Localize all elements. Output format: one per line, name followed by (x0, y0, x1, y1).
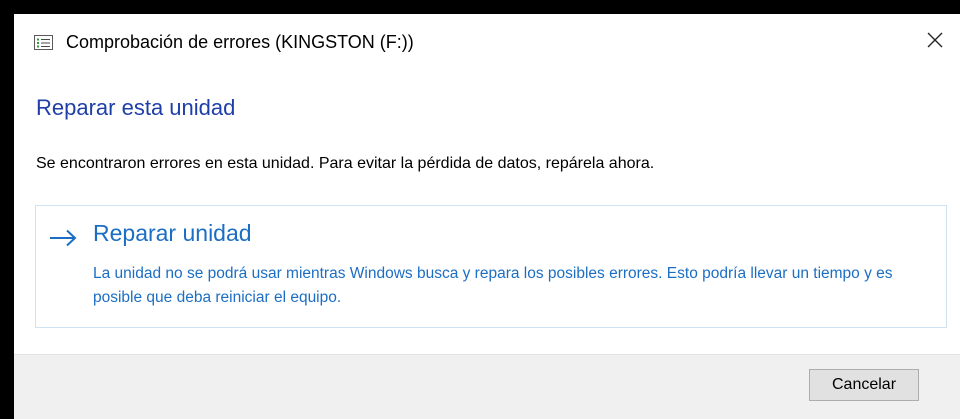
window-title: Comprobación de errores (KINGSTON (F:)) (66, 32, 414, 52)
repair-drive-title: Reparar unidad (93, 220, 252, 246)
close-button[interactable] (918, 26, 952, 58)
error-check-dialog: Comprobación de errores (KINGSTON (F:)) … (14, 14, 960, 419)
checklist-icon (34, 35, 53, 50)
arrow-right-icon (48, 228, 78, 248)
dialog-footer: Cancelar (14, 354, 960, 419)
close-icon (927, 32, 943, 53)
error-message: Se encontraron errores en esta unidad. P… (36, 155, 655, 172)
title-bar: Comprobación de errores (KINGSTON (F:)) (14, 14, 960, 70)
repair-drive-command-link[interactable]: Reparar unidad La unidad no se podrá usa… (35, 205, 947, 328)
cancel-button[interactable]: Cancelar (809, 369, 919, 401)
main-heading: Reparar esta unidad (36, 95, 236, 120)
repair-drive-description: La unidad no se podrá usar mientras Wind… (93, 265, 893, 306)
